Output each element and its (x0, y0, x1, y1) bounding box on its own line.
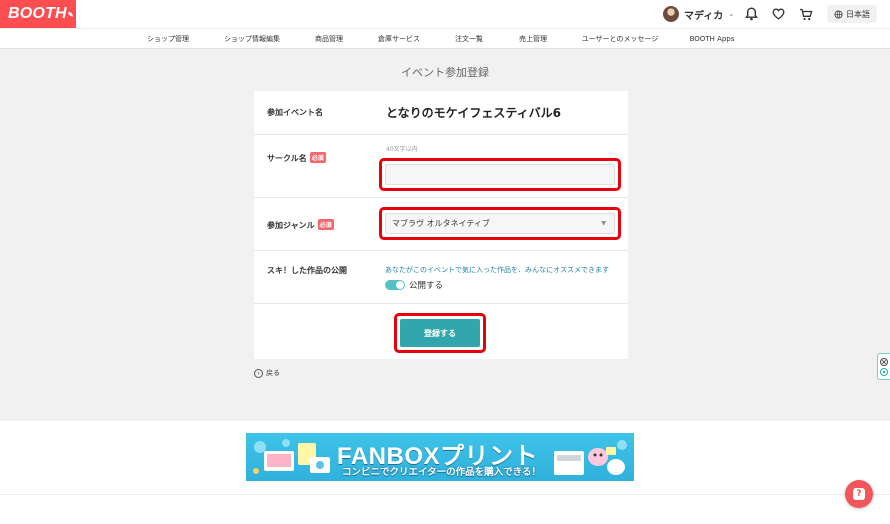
circle-row: サークル名 必須 40文字以内 (254, 135, 628, 198)
top-bar: BOOTH✎ マディカ ⌄ 日本語 (0, 0, 890, 28)
help-button[interactable]: ? (845, 480, 873, 508)
favorite-row: スキ！した作品の公開 あなたがこのイベントで気に入った作品を、みんなにオススメで… (254, 251, 628, 304)
event-label: 参加イベント名 (267, 108, 323, 117)
back-arrow-icon: ‹ (254, 368, 263, 378)
logo-text: BOOTH (8, 5, 67, 22)
banner-illustration-left-icon (253, 439, 330, 474)
globe-icon (834, 9, 843, 19)
back-label: 戻る (266, 369, 280, 377)
banner-subtitle: コンビニでクリエイターの作品を購入できる！ (342, 467, 541, 478)
circle-label-text: サークル名 (267, 154, 307, 163)
genre-row: 参加ジャンル 必須 マブラヴ オルタネイティブ ▼ (254, 198, 628, 251)
shop-nav: ショップ管理 ショップ情報編集 商品管理 倉庫サービス 注文一覧 売上管理 ユー… (0, 28, 890, 49)
publish-toggle[interactable] (385, 280, 405, 290)
favorites-button[interactable] (769, 5, 787, 23)
nav-shop-info[interactable]: ショップ情報編集 (224, 29, 280, 49)
back-link[interactable]: ‹ 戻る (254, 368, 280, 378)
footer-divider (0, 494, 890, 495)
required-badge: 必須 (309, 152, 326, 163)
event-name: となりのモケイフェスティバル6 (386, 106, 562, 120)
chevron-down-icon: ⌄ (728, 10, 735, 18)
user-name: マディカ (684, 10, 724, 22)
heart-icon (772, 8, 784, 20)
nav-sales[interactable]: 売上管理 (519, 29, 547, 49)
genre-label-text: 参加ジャンル (267, 221, 315, 230)
user-menu[interactable]: マディカ ⌄ (663, 5, 734, 23)
logo-tag-icon: ✎ (67, 12, 74, 19)
nav-warehouse[interactable]: 倉庫サービス (378, 29, 420, 49)
circle-name-input[interactable] (385, 164, 615, 185)
page-title: イベント参加登録 (401, 66, 489, 79)
genre-selected-value: マブラヴ オルタネイティブ (392, 219, 490, 228)
genre-label: 参加ジャンル 必須 (267, 219, 334, 231)
circle-label: サークル名 必須 (267, 152, 326, 164)
nav-booth-apps[interactable]: BOOTH Apps (690, 29, 735, 49)
language-selector[interactable]: 日本語 (827, 5, 877, 23)
event-registration-form: 参加イベント名 となりのモケイフェスティバル6 サークル名 必須 40文字以内 参… (254, 91, 628, 359)
fanbox-print-banner[interactable]: FANBOXプリント コンビニでクリエイターの作品を購入できる！ (246, 433, 634, 481)
booth-logo[interactable]: BOOTH✎ (0, 0, 76, 28)
bell-icon (744, 7, 758, 21)
genre-select[interactable]: マブラヴ オルタネイティブ ▼ (385, 213, 615, 234)
cart-button[interactable] (797, 5, 815, 23)
banner-illustration-right-icon (554, 440, 627, 475)
register-button[interactable]: 登録する (400, 319, 480, 347)
favorite-description: あなたがこのイベントで気に入った作品を、みんなにオススメできます (385, 266, 609, 274)
cart-icon (800, 8, 813, 20)
required-badge: 必須 (317, 219, 334, 230)
publish-toggle-label: 公開する (409, 281, 444, 291)
avatar (663, 6, 679, 22)
side-widget-icon (880, 358, 888, 376)
chevron-down-icon: ▼ (601, 220, 606, 227)
favorite-label: スキ！した作品の公開 (267, 266, 347, 275)
nav-orders[interactable]: 注文一覧 (455, 29, 483, 49)
language-label: 日本語 (846, 9, 870, 19)
event-row: 参加イベント名 となりのモケイフェスティバル6 (254, 91, 628, 135)
nav-messages[interactable]: ユーザーとのメッセージ (582, 29, 659, 49)
notification-button[interactable] (742, 5, 760, 23)
help-icon: ? (853, 488, 865, 500)
nav-shop-manage[interactable]: ショップ管理 (147, 29, 189, 49)
circle-hint: 40文字以内 (386, 146, 418, 153)
footer: FANBOXプリント コンビニでクリエイターの作品を購入できる！ (0, 421, 890, 524)
side-widget[interactable] (877, 353, 890, 380)
nav-products[interactable]: 商品管理 (315, 29, 343, 49)
toggle-knob (396, 281, 404, 289)
